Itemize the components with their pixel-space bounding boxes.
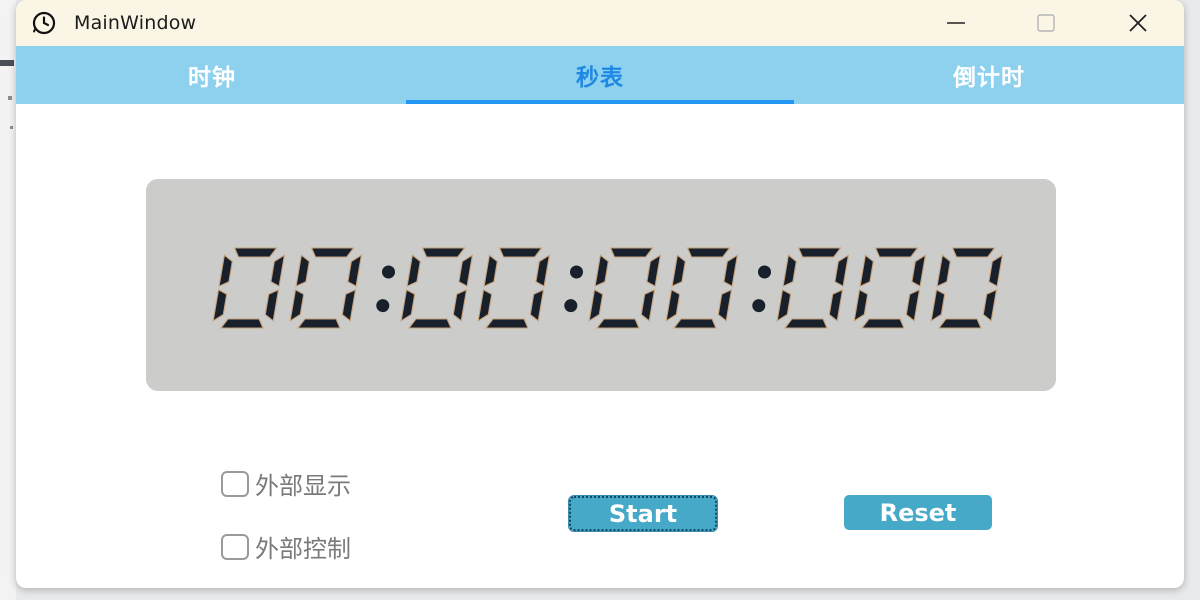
- digit-segment: [270, 254, 286, 288]
- digit-segment: [640, 288, 656, 322]
- digit-segment: [776, 288, 792, 322]
- external-display-label: 外部显示: [255, 472, 351, 500]
- background-mark: [0, 60, 14, 66]
- minimize-icon: [947, 22, 965, 24]
- tab-stopwatch[interactable]: 秒表: [406, 46, 794, 104]
- digit-segment: [937, 318, 982, 329]
- colon-dot: [382, 265, 395, 279]
- digit-segment: [905, 288, 921, 322]
- digit-segment: [296, 318, 341, 329]
- colon-dot: [752, 299, 766, 313]
- window-title: MainWindow: [74, 12, 197, 34]
- digit-segment: [406, 254, 421, 288]
- digit-segment: [853, 288, 869, 322]
- colon-dot: [570, 265, 583, 279]
- digit-segment: [797, 247, 842, 258]
- lcd-digit-8: [930, 247, 1004, 329]
- external-display-option[interactable]: 外部显示: [221, 466, 351, 501]
- digit-segment: [834, 254, 850, 288]
- background-mark: [8, 96, 12, 100]
- digit-segment: [264, 288, 280, 322]
- tab-countdown[interactable]: 倒计时: [794, 46, 1184, 104]
- colon-dot: [758, 265, 771, 279]
- digit-segment: [289, 288, 305, 322]
- digit-segment: [535, 254, 551, 288]
- lcd-digit-6: [776, 247, 850, 329]
- digit-segment: [477, 288, 493, 322]
- digit-segment: [400, 288, 416, 322]
- digit-segment: [219, 318, 264, 329]
- digit-segment: [860, 318, 905, 329]
- digit-segment: [310, 247, 355, 258]
- maximize-button[interactable]: [1016, 0, 1076, 46]
- digit-segment: [671, 254, 686, 288]
- digit-segment: [341, 288, 357, 322]
- digit-segment: [783, 318, 828, 329]
- digit-segment: [484, 318, 529, 329]
- digit-segment: [911, 254, 927, 288]
- colon-dot: [376, 299, 390, 313]
- minimize-button[interactable]: [926, 0, 986, 46]
- digit-segment: [483, 254, 498, 288]
- digit-segment: [452, 288, 468, 322]
- digit-segment: [782, 254, 797, 288]
- close-button[interactable]: [1108, 0, 1168, 46]
- digit-segment: [407, 318, 452, 329]
- lcd-digit-3: [477, 247, 551, 329]
- tab-bar: 时钟 秒表 倒计时: [16, 46, 1184, 104]
- digit-segment: [421, 247, 466, 258]
- digit-segment: [665, 288, 681, 322]
- digit-segment: [936, 254, 951, 288]
- external-control-option[interactable]: 外部控制: [221, 529, 351, 564]
- digit-segment: [212, 288, 228, 322]
- lcd-digit-2: [400, 247, 474, 329]
- active-tab-indicator: [406, 100, 794, 104]
- lcd-digit-4: [588, 247, 662, 329]
- digit-segment: [828, 288, 844, 322]
- digit-segment: [233, 247, 278, 258]
- digit-segment: [988, 254, 1004, 288]
- digit-segment: [529, 288, 545, 322]
- digit-segment: [498, 247, 543, 258]
- digit-segment: [609, 247, 654, 258]
- background-mark: [10, 126, 13, 129]
- digit-segment: [458, 254, 474, 288]
- close-icon: [1129, 14, 1147, 32]
- lcd-digits: [212, 247, 1004, 329]
- main-window: MainWindow 时钟 秒表 倒计时 外部显示 外部控制 Start Res…: [16, 0, 1184, 588]
- lcd-digit-7: [853, 247, 927, 329]
- digit-segment: [295, 254, 310, 288]
- lcd-digit-0: [212, 247, 286, 329]
- digit-segment: [930, 288, 946, 322]
- digit-segment: [218, 254, 233, 288]
- digit-segment: [723, 254, 739, 288]
- digit-segment: [717, 288, 733, 322]
- digit-segment: [951, 247, 996, 258]
- lcd-digit-5: [665, 247, 739, 329]
- digit-segment: [874, 247, 919, 258]
- digit-segment: [982, 288, 998, 322]
- stopwatch-display: [146, 179, 1056, 391]
- reset-button[interactable]: Reset: [844, 495, 992, 530]
- digit-segment: [588, 288, 604, 322]
- external-control-label: 外部控制: [255, 535, 351, 563]
- digit-segment: [594, 254, 609, 288]
- title-bar[interactable]: MainWindow: [16, 0, 1184, 46]
- colon-dot: [564, 299, 578, 313]
- external-control-checkbox[interactable]: [221, 533, 249, 560]
- digit-segment: [686, 247, 731, 258]
- start-button[interactable]: Start: [568, 495, 718, 532]
- digit-segment: [859, 254, 874, 288]
- digit-segment: [347, 254, 363, 288]
- maximize-icon: [1037, 14, 1055, 32]
- digit-segment: [646, 254, 662, 288]
- clock-icon: [32, 11, 56, 35]
- tab-clock[interactable]: 时钟: [18, 46, 406, 104]
- lcd-digit-1: [289, 247, 363, 329]
- digit-segment: [672, 318, 717, 329]
- digit-segment: [595, 318, 640, 329]
- external-display-checkbox[interactable]: [221, 470, 249, 497]
- desktop-background: [0, 0, 16, 600]
